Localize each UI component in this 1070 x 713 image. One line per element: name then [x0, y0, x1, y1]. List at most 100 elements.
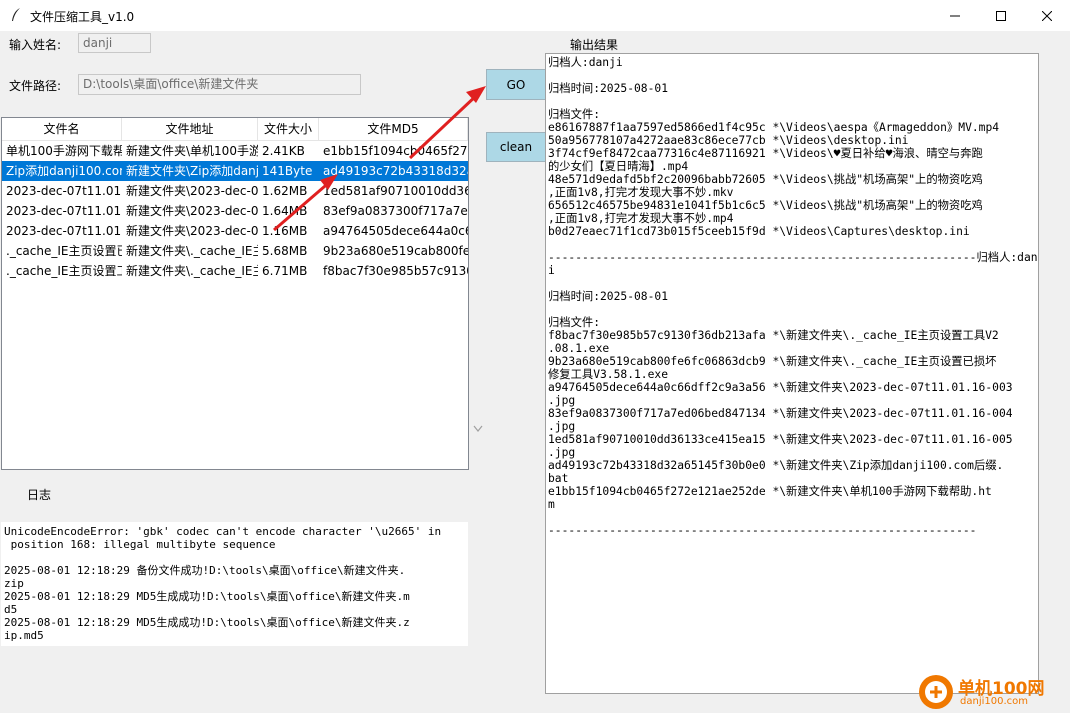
- file-table[interactable]: 文件名 文件地址 文件大小 文件MD5 单机100手游网下载帮助.htm 新建文件…: [1, 117, 469, 470]
- cell-file-path: 新建文件夹\Zip添加danji100.com后缀.bat: [126, 164, 258, 178]
- output-line: a94764505dece644a0c66dff2c9a3a56 *\新建文件夹…: [548, 381, 1013, 394]
- table-row[interactable]: 2023-dec-07t11.01.16-004.jpg 新建文件夹\2023-d…: [2, 201, 468, 221]
- maximize-button[interactable]: [978, 0, 1024, 31]
- table-row[interactable]: Zip添加danji100.com后缀.bat 新建文件夹\Zip添加danji1…: [2, 161, 468, 181]
- output-line: 50a956778107a4272aae83c86ece77cb *\Video…: [548, 134, 909, 147]
- cell-file-size: 1.62MB: [262, 184, 308, 198]
- output-line: b0d27eaec71f1cd73b015f5ceeb15f9d *\Video…: [548, 225, 970, 238]
- output-line: ,正面1v8,打完才发现大事不妙.mkv: [548, 186, 734, 199]
- cell-file-md5: 9b23a680e519cab800fe6fc06863dcb9: [323, 244, 468, 258]
- output-line: 的少女们【夏日晴海】.mp4: [548, 160, 689, 173]
- feather-icon: [12, 8, 20, 21]
- go-button[interactable]: GO: [486, 69, 546, 100]
- cell-file-size: 5.68MB: [262, 244, 308, 258]
- log-text-area[interactable]: UnicodeEncodeError: 'gbk' codec can't en…: [1, 522, 468, 646]
- log-line: zip: [4, 577, 24, 590]
- output-line: 归档文件:: [548, 316, 600, 329]
- cell-file-name: 2023-dec-07t11.01.16-004.jpg: [6, 204, 122, 218]
- output-line: f8bac7f30e985b57c9130f36db213afa *\新建文件夹…: [548, 329, 999, 342]
- output-line: 归档时间:2025-08-01: [548, 82, 669, 95]
- table-body: 单机100手游网下载帮助.htm 新建文件夹\单机100手游网下载帮助.htm 2.…: [2, 141, 468, 281]
- cell-file-size: 6.71MB: [262, 264, 308, 278]
- column-header-path[interactable]: 文件地址: [122, 118, 258, 140]
- log-line: UnicodeEncodeError: 'gbk' codec can't en…: [4, 525, 442, 538]
- cell-file-md5: e1bb15f1094cb0465f272e121ae252de: [323, 144, 468, 158]
- log-line: 2025-08-01 12:18:29 MD5生成成功!D:\tools\桌面\…: [4, 590, 410, 603]
- column-header-name[interactable]: 文件名: [2, 118, 122, 140]
- log-line: d5: [4, 603, 18, 616]
- cell-file-name: 2023-dec-07t11.01.16-005.jpg: [6, 184, 122, 198]
- output-line: 1ed581af90710010dd36133ce415ea15 *\新建文件夹…: [548, 433, 1013, 446]
- output-line: e86167887f1aa7597ed5866ed1f4c95c *\Video…: [548, 121, 1000, 134]
- output-line: .jpg: [548, 420, 576, 433]
- close-button[interactable]: [1024, 0, 1070, 31]
- table-row[interactable]: ._cache_IE主页设置工具V2.08.1.exe 新建文件夹\._cache…: [2, 261, 468, 281]
- log-label: 日志: [27, 488, 52, 502]
- clean-button[interactable]: clean: [486, 132, 546, 162]
- chevron-down-icon[interactable]: [472, 424, 484, 434]
- cell-file-size: 141Byte: [262, 164, 313, 178]
- table-row[interactable]: 2023-dec-07t11.01.16-003.jpg 新建文件夹\2023-d…: [2, 221, 468, 241]
- maximize-icon: [996, 10, 1006, 21]
- table-row[interactable]: 单机100手游网下载帮助.htm 新建文件夹\单机100手游网下载帮助.htm 2.…: [2, 141, 468, 161]
- cell-file-name: 单机100手游网下载帮助.htm: [6, 144, 122, 158]
- watermark: 单机100网 danji100.com: [918, 672, 1068, 712]
- output-line: e1bb15f1094cb0465f272e121ae252de *\新建文件夹…: [548, 485, 992, 498]
- cell-file-path: 新建文件夹\._cache_IE主页设置已损坏修复工具V3.58.1.exe: [126, 244, 258, 258]
- output-line: 48e571d9edafd5bf2c20096babb72605 *\Video…: [548, 173, 983, 186]
- cell-file-path: 新建文件夹\2023-dec-07t11.01.16-004.jpg: [126, 204, 258, 218]
- watermark-url: danji100.com: [960, 696, 1028, 707]
- output-line: i: [548, 264, 555, 277]
- cell-file-path: 新建文件夹\._cache_IE主页设置工具V2.08.1.exe: [126, 264, 258, 278]
- path-input[interactable]: D:\tools\桌面\office\新建文件夹: [78, 74, 361, 95]
- cell-file-path: 新建文件夹\单机100手游网下载帮助.htm: [126, 144, 258, 158]
- log-lines: UnicodeEncodeError: 'gbk' codec can't en…: [1, 522, 468, 642]
- output-line: .08.1.exe: [548, 342, 610, 355]
- output-line: .jpg: [548, 446, 576, 459]
- cell-file-name: ._cache_IE主页设置已损坏修复工具V3.58.1.exe: [6, 244, 122, 258]
- output-line: ad49193c72b43318d32a65145f30b0e0 *\新建文件夹…: [548, 459, 1004, 472]
- minimize-button[interactable]: [932, 0, 978, 31]
- name-label: 输入姓名:: [9, 38, 62, 52]
- cell-file-md5: 83ef9a0837300f717a7ed06bed847134: [323, 204, 468, 218]
- output-label: 输出结果: [570, 38, 619, 52]
- minimize-icon: [950, 15, 960, 16]
- cell-file-md5: ad49193c72b43318d32a65145f30b0e0: [323, 164, 468, 178]
- output-line: .jpg: [548, 394, 576, 407]
- table-row[interactable]: 2023-dec-07t11.01.16-005.jpg 新建文件夹\2023-d…: [2, 181, 468, 201]
- cell-file-md5: 1ed581af90710010dd36133ce415ea15: [323, 184, 468, 198]
- name-input[interactable]: danji: [78, 33, 151, 53]
- output-line: ----------------------------------------…: [548, 524, 977, 537]
- cell-file-size: 2.41KB: [262, 144, 305, 158]
- output-line: 656512c46575be94831e1041f5b1c6c5 *\Video…: [548, 199, 983, 212]
- watermark-logo-icon: [919, 675, 953, 709]
- path-label: 文件路径:: [9, 79, 62, 93]
- log-line: 2025-08-01 12:18:29 备份文件成功!D:\tools\桌面\o…: [4, 564, 406, 577]
- output-text-area[interactable]: 归档人:danji 归档时间:2025-08-01 归档文件: e86167887f1…: [545, 53, 1039, 694]
- cell-file-name: 2023-dec-07t11.01.16-003.jpg: [6, 224, 122, 238]
- output-line: 3f74cf9ef8472caa77316c4e87116921 *\Video…: [548, 147, 983, 160]
- table-row[interactable]: ._cache_IE主页设置已损坏修复工具V3.58.1.exe 新建文件夹\._…: [2, 241, 468, 261]
- output-line: 83ef9a0837300f717a7ed06bed847134 *\新建文件夹…: [548, 407, 1013, 420]
- output-line: 归档时间:2025-08-01: [548, 290, 669, 303]
- output-line: bat: [548, 472, 569, 485]
- cell-file-size: 1.16MB: [262, 224, 308, 238]
- column-header-md5[interactable]: 文件MD5: [319, 118, 468, 140]
- column-header-size[interactable]: 文件大小: [258, 118, 319, 140]
- cell-file-md5: f8bac7f30e985b57c9130f36db213afa: [323, 264, 468, 278]
- output-lines: 归档人:danji 归档时间:2025-08-01 归档文件: e86167887f1…: [548, 56, 1038, 537]
- cell-file-name: Zip添加danji100.com后缀.bat: [6, 164, 122, 178]
- output-line: 归档文件:: [548, 108, 600, 121]
- window-title: 文件压缩工具_v1.0: [30, 10, 135, 24]
- log-line: position 168: illegal multibyte sequence: [4, 538, 276, 551]
- cell-file-name: ._cache_IE主页设置工具V2.08.1.exe: [6, 264, 122, 278]
- close-icon: [1042, 10, 1052, 21]
- cell-file-size: 1.64MB: [262, 204, 308, 218]
- output-line: ----------------------------------------…: [548, 251, 1039, 264]
